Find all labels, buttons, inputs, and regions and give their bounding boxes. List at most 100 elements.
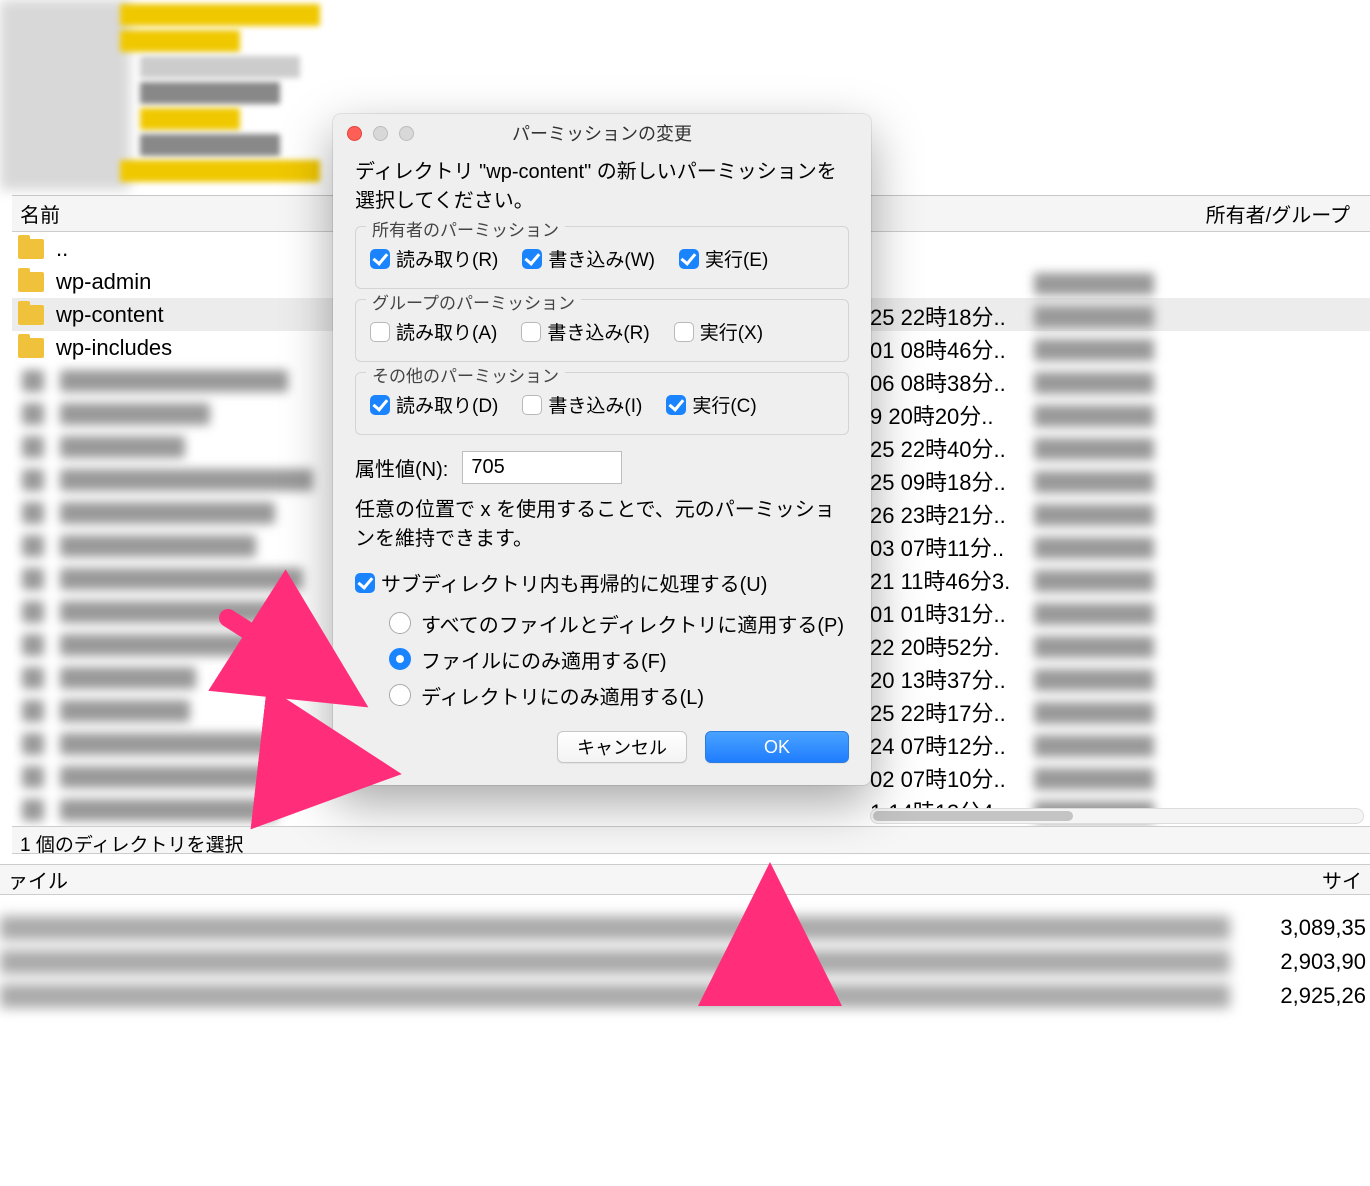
bottom-panel: ァイル サイ 3,089,35 2,903,90 2,925,26 [0,864,1370,1186]
timestamp-cell: 21 11時46分3. [870,565,1025,598]
bottom-header[interactable]: ァイル サイ [0,865,1370,895]
checkbox-icon [355,573,375,593]
close-icon[interactable] [347,126,362,141]
owner-cell-blur [1034,466,1370,499]
attr-input[interactable] [462,451,622,484]
group-exec[interactable]: 実行(X) [674,318,763,345]
timestamp-cell [870,268,1025,301]
minimize-icon [373,126,388,141]
checkbox-icon [521,322,541,342]
cancel-button[interactable]: キャンセル [557,731,687,763]
group-legend: グループのパーミッション [366,289,581,314]
file-name: .. [56,236,68,262]
owner-cell-blur [1034,301,1370,334]
radio-icon [389,648,411,670]
timestamp-cell: 25 22時18分.. [870,301,1025,334]
owner-cell-blur [1034,664,1370,697]
owner-cell-blur [1034,334,1370,367]
timestamp-cell: 25 09時18分.. [870,466,1025,499]
checkbox-icon [679,249,699,269]
owner-cell-blur [1034,367,1370,400]
owner-legend: 所有者のパーミッション [366,216,565,241]
size-value: 2,903,90 [1280,949,1366,975]
size-value: 3,089,35 [1280,915,1366,941]
folder-tree-blur [120,0,320,190]
other-read[interactable]: 読み取り(D) [370,391,498,418]
timestamp-cell: 26 23時21分.. [870,499,1025,532]
radio-apply-files[interactable]: ファイルにのみ適用する(F) [389,641,849,677]
zoom-icon [399,126,414,141]
transfer-row: 3,089,35 [0,911,1370,945]
folder-icon [18,338,44,358]
checkbox-icon [370,322,390,342]
bottom-col-size: サイ [1322,865,1362,894]
radio-apply-all[interactable]: すべてのファイルとディレクトリに適用する(P) [389,605,849,641]
size-value: 2,925,26 [1280,983,1366,1009]
folder-icon [18,305,44,325]
owner-group: 所有者のパーミッション 読み取り(R) 書き込み(W) 実行(E) [355,226,849,289]
checkbox-icon [370,249,390,269]
h-scrollbar[interactable] [870,808,1364,824]
owner-cell-blur [1034,763,1370,796]
radio-icon [389,684,411,706]
checkbox-icon [370,395,390,415]
group-group: グループのパーミッション 読み取り(A) 書き込み(R) 実行(X) [355,299,849,362]
checkbox-icon [522,249,542,269]
owner-cell-blur [1034,631,1370,664]
status-text: 1 個のディレクトリを選択 [20,835,244,856]
owner-cell-blur [1034,565,1370,598]
radio-apply-dirs[interactable]: ディレクトリにのみ適用する(L) [389,677,849,713]
transfer-row: 2,903,90 [0,945,1370,979]
recurse-checkbox[interactable]: サブディレクトリ内も再帰的に処理する(U) [355,568,849,597]
owner-read[interactable]: 読み取り(R) [370,245,498,272]
other-group: その他のパーミッション 読み取り(D) 書き込み(I) 実行(C) [355,372,849,435]
radio-icon [389,612,411,634]
status-bar: 1 個のディレクトリを選択 [12,826,1370,854]
owner-cell-blur [1034,433,1370,466]
group-write[interactable]: 書き込み(R) [521,318,649,345]
timestamp-cell: 25 22時40分.. [870,433,1025,466]
timestamp-cell: 9 20時20分.. [870,400,1025,433]
owner-cell-blur [1034,268,1370,301]
group-read[interactable]: 読み取り(A) [370,318,497,345]
dialog-prompt: ディレクトリ "wp-content" の新しいパーミッションを選択してください… [355,158,849,216]
checkbox-icon [674,322,694,342]
permissions-dialog: パーミッションの変更 ディレクトリ "wp-content" の新しいパーミッシ… [333,114,871,785]
titlebar: パーミッションの変更 [333,114,871,152]
owner-write[interactable]: 書き込み(W) [522,245,655,272]
checkbox-icon [522,395,542,415]
ok-button[interactable]: OK [705,731,849,763]
timestamp-cell: 06 08時38分.. [870,367,1025,400]
owner-cell-blur [1034,697,1370,730]
owner-exec[interactable]: 実行(E) [679,245,768,272]
attr-label: 属性値(N): [355,453,448,482]
owner-column [1034,268,1370,829]
timestamp-cell: 22 20時52分. [870,631,1025,664]
folder-icon [18,272,44,292]
owner-cell-blur [1034,730,1370,763]
col-name: 名前 [20,199,60,228]
bg-blur [0,0,130,190]
timestamp-cell: 02 07時10分.. [870,763,1025,796]
timestamp-cell: 25 22時17分.. [870,697,1025,730]
owner-cell-blur [1034,598,1370,631]
bottom-col-file: ァイル [8,865,68,894]
owner-cell-blur [1034,400,1370,433]
other-write[interactable]: 書き込み(I) [522,391,642,418]
timestamp-column: 25 22時18分..01 08時46分..06 08時38分..9 20時20… [870,268,1025,829]
folder-icon [18,239,44,259]
transfer-row: 2,925,26 [0,979,1370,1013]
timestamp-cell: 24 07時12分.. [870,730,1025,763]
owner-cell-blur [1034,532,1370,565]
other-exec[interactable]: 実行(C) [666,391,756,418]
file-name: wp-includes [56,335,172,361]
other-legend: その他のパーミッション [366,362,565,387]
timestamp-cell: 01 01時31分.. [870,598,1025,631]
file-name: wp-admin [56,269,151,295]
file-name: wp-content [56,302,164,328]
col-owner: 所有者/グループ [1206,199,1350,228]
owner-cell-blur [1034,499,1370,532]
timestamp-cell: 01 08時46分.. [870,334,1025,367]
timestamp-cell: 20 13時37分.. [870,664,1025,697]
checkbox-icon [666,395,686,415]
